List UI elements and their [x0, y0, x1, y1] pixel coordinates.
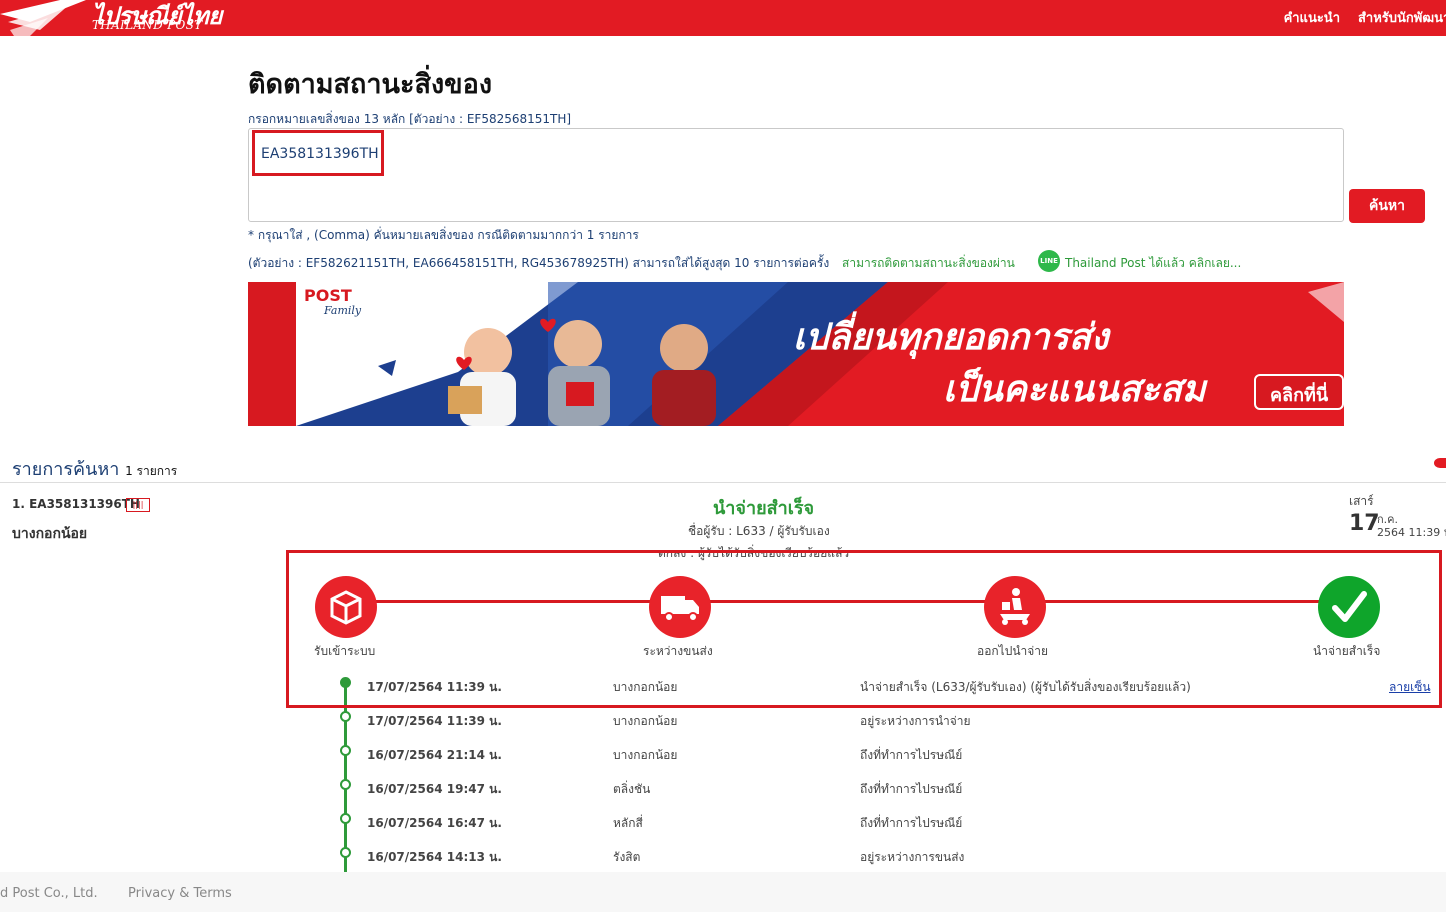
receiver-name: ชื่อผู้รับ : L633 / ผู้รับรับเอง	[688, 524, 830, 538]
timeline-date: 17/07/2564 11:39 น.	[367, 714, 502, 728]
results-count: 1 รายการ	[125, 464, 178, 478]
footer-privacy-link[interactable]: Privacy & Terms	[128, 886, 232, 901]
search-button[interactable]: ค้นหา	[1349, 189, 1425, 223]
item-location: บางกอกน้อย	[12, 526, 88, 542]
banner-cta-button[interactable]: คลิกที่นี่	[1254, 374, 1344, 410]
timeline-place: บางกอกน้อย	[613, 748, 678, 762]
results-heading: รายการค้นหา 1 รายการ	[12, 454, 177, 483]
line-promo-link[interactable]: Thailand Post ได้แล้ว คลิกเลย...	[1065, 254, 1241, 273]
nav-guide[interactable]: คำแนะนำ	[1284, 7, 1340, 28]
banner-headline-1: เปลี่ยนทุกยอดการส่ง	[793, 317, 1109, 358]
results-heading-text: รายการค้นหา	[12, 459, 120, 480]
top-nav: คำแนะนำ สำหรับนักพัฒนา	[1284, 7, 1446, 28]
timeline-place: รังสิต	[613, 850, 641, 864]
timeline-place: บางกอกน้อย	[613, 714, 678, 728]
timeline-dot	[340, 779, 351, 790]
banner-brand: POST	[304, 286, 352, 305]
banner-headline-2: เป็นคะแนนสะสม	[943, 369, 1206, 410]
timeline-place: หลักสี่	[613, 816, 643, 830]
logo-en-text: THAILAND POST	[92, 18, 203, 32]
timeline-date: 16/07/2564 19:47 น.	[367, 782, 502, 796]
banner-brand-sub: Family	[324, 304, 362, 317]
results-divider	[0, 482, 1446, 483]
top-bar: ไปรษณีย์ไทย THAILAND POST คำแนะนำ สำหรับ…	[0, 0, 1446, 36]
status-date-day: เสาร์	[1349, 494, 1374, 508]
thailand-post-logo[interactable]: ไปรษณีย์ไทย THAILAND POST	[0, 0, 240, 36]
comma-note: * กรุณาใส่ , (Comma) คั่นหมายเลขสิ่งของ …	[248, 228, 639, 242]
page-title: ติดตามสถานะสิ่งของ	[248, 69, 493, 100]
status-date-year-time: 2564 11:39 น.	[1377, 526, 1446, 539]
item-tracking-number: 1. EA358131396TH	[12, 497, 140, 511]
timeline-desc: ถึงที่ทำการไปรษณีย์	[860, 782, 963, 796]
tracking-number-value[interactable]: EA358131396TH	[252, 130, 384, 176]
line-icon[interactable]: LINE	[1038, 250, 1060, 272]
timeline-line	[344, 680, 347, 872]
delivery-status: นำจ่ายสำเร็จ	[713, 498, 815, 519]
example-note: (ตัวอย่าง : EF582621151TH, EA666458151TH…	[248, 256, 830, 270]
status-date-number: 17	[1349, 511, 1380, 536]
timeline-desc: ถึงที่ทำการไปรษณีย์	[860, 748, 963, 762]
barcode-icon[interactable]: ||||	[126, 498, 150, 512]
search-hint: กรอกหมายเลขสิ่งของ 13 หลัก [ตัวอย่าง : E…	[248, 112, 572, 126]
side-tab-icon[interactable]	[1434, 458, 1446, 468]
timeline-place: ตลิ่งชัน	[613, 782, 651, 796]
timeline-date: 16/07/2564 14:13 น.	[367, 850, 502, 864]
timeline-dot	[340, 847, 351, 858]
logo-wing-icon	[0, 0, 86, 36]
timeline-date: 16/07/2564 21:14 น.	[367, 748, 502, 762]
footer: d Post Co., Ltd. Privacy & Terms	[0, 872, 1446, 912]
timeline-desc: ถึงที่ทำการไปรษณีย์	[860, 816, 963, 830]
footer-company: d Post Co., Ltd.	[0, 886, 98, 901]
timeline-dot	[340, 813, 351, 824]
timeline-desc: อยู่ระหว่างการขนส่ง	[860, 850, 965, 864]
timeline-date: 16/07/2564 16:47 น.	[367, 816, 502, 830]
timeline-dot	[340, 711, 351, 722]
nav-developers[interactable]: สำหรับนักพัฒนา	[1358, 7, 1446, 28]
post-family-banner[interactable]: POST Family เปลี่ยนทุกยอดการส่ง เป็นคะแน…	[248, 282, 1344, 426]
tracking-number-input[interactable]	[248, 128, 1344, 222]
highlight-box	[286, 550, 1442, 708]
timeline-desc: อยู่ระหว่างการนำจ่าย	[860, 714, 971, 728]
timeline-dot	[340, 745, 351, 756]
line-promo-text: สามารถติดตามสถานะสิ่งของผ่าน	[842, 256, 1015, 270]
